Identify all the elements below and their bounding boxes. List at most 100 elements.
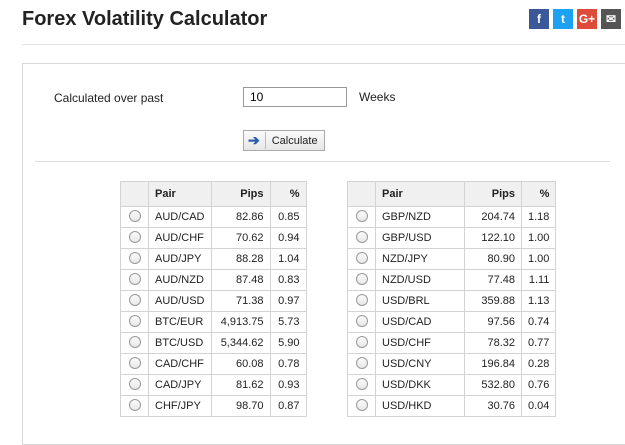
table-row[interactable]: USD/BRL 359.88 1.13 <box>347 290 557 312</box>
row-select-radio[interactable] <box>120 395 149 417</box>
radio-button[interactable] <box>128 293 141 306</box>
row-select-radio[interactable] <box>120 248 149 270</box>
row-select-radio[interactable] <box>347 248 376 270</box>
radio-button[interactable] <box>128 398 141 411</box>
table-row[interactable]: AUD/NZD 87.48 0.83 <box>120 269 307 291</box>
percent-cell: 1.00 <box>520 227 557 249</box>
radio-button[interactable] <box>355 335 368 348</box>
row-select-radio[interactable] <box>347 395 376 417</box>
percent-cell: 0.93 <box>269 374 307 396</box>
pips-cell: 60.08 <box>210 353 271 375</box>
table-row[interactable]: CHF/JPY 98.70 0.87 <box>120 395 307 417</box>
percent-cell: 1.13 <box>520 290 557 312</box>
facebook-icon[interactable]: f <box>529 9 549 29</box>
table-header-row: Pair Pips % <box>120 181 307 207</box>
table-row[interactable]: CAD/CHF 60.08 0.78 <box>120 353 307 375</box>
radio-button[interactable] <box>128 356 141 369</box>
pair-column-header[interactable]: Pair <box>375 181 465 207</box>
pips-cell: 204.74 <box>464 206 522 228</box>
volatility-table-left: Pair Pips % AUD/CAD 82.86 0.85 AUD/CHF 70.62… <box>120 181 307 417</box>
table-row[interactable]: NZD/JPY 80.90 1.00 <box>347 248 557 270</box>
volatility-table-right: Pair Pips % GBP/NZD 204.74 1.18 GBP/USD 122.… <box>347 181 557 417</box>
table-row[interactable]: AUD/JPY 88.28 1.04 <box>120 248 307 270</box>
table-row[interactable]: AUD/USD 71.38 0.97 <box>120 290 307 312</box>
radio-button[interactable] <box>355 398 368 411</box>
radio-button[interactable] <box>128 272 141 285</box>
pips-column-header[interactable]: Pips <box>210 181 271 207</box>
table-row[interactable]: USD/HKD 30.76 0.04 <box>347 395 557 417</box>
pips-cell: 81.62 <box>210 374 271 396</box>
percent-cell: 0.85 <box>269 206 307 228</box>
pair-cell: USD/DKK <box>375 374 465 396</box>
table-row[interactable]: BTC/USD 5,344.62 5.90 <box>120 332 307 354</box>
percent-column-header[interactable]: % <box>520 181 557 207</box>
pair-cell: CHF/JPY <box>148 395 212 417</box>
radio-button[interactable] <box>128 377 141 390</box>
radio-button[interactable] <box>128 314 141 327</box>
calculate-button-label: Calculate <box>271 134 318 147</box>
radio-button[interactable] <box>355 209 368 222</box>
calculate-button[interactable]: ➔ Calculate <box>243 130 325 151</box>
row-select-radio[interactable] <box>120 269 149 291</box>
row-select-radio[interactable] <box>120 290 149 312</box>
table-row[interactable]: GBP/NZD 204.74 1.18 <box>347 206 557 228</box>
google-plus-icon[interactable]: G+ <box>577 9 597 29</box>
percent-cell: 1.04 <box>269 248 307 270</box>
pips-cell: 88.28 <box>210 248 271 270</box>
radio-button[interactable] <box>355 230 368 243</box>
pips-cell: 97.56 <box>464 311 522 333</box>
row-select-radio[interactable] <box>120 353 149 375</box>
radio-button[interactable] <box>355 293 368 306</box>
twitter-icon[interactable]: t <box>553 9 573 29</box>
row-select-radio[interactable] <box>347 353 376 375</box>
row-select-radio[interactable] <box>347 374 376 396</box>
pips-cell: 78.32 <box>464 332 522 354</box>
pips-column-header[interactable]: Pips <box>464 181 522 207</box>
pair-cell: BTC/USD <box>148 332 212 354</box>
weeks-input[interactable] <box>243 87 347 107</box>
table-row[interactable]: AUD/CHF 70.62 0.94 <box>120 227 307 249</box>
percent-cell: 0.87 <box>269 395 307 417</box>
radio-button[interactable] <box>128 251 141 264</box>
row-select-radio[interactable] <box>347 269 376 291</box>
email-icon[interactable]: ✉ <box>601 9 621 29</box>
arrow-right-icon: ➔ <box>248 132 266 149</box>
table-row[interactable]: USD/DKK 532.80 0.76 <box>347 374 557 396</box>
table-row[interactable]: CAD/JPY 81.62 0.93 <box>120 374 307 396</box>
row-select-radio[interactable] <box>347 290 376 312</box>
percent-cell: 1.00 <box>520 248 557 270</box>
table-row[interactable]: GBP/USD 122.10 1.00 <box>347 227 557 249</box>
pips-cell: 196.84 <box>464 353 522 375</box>
table-row[interactable]: BTC/EUR 4,913.75 5.73 <box>120 311 307 333</box>
weeks-unit-label: Weeks <box>359 90 396 104</box>
radio-button[interactable] <box>355 314 368 327</box>
radio-button[interactable] <box>355 356 368 369</box>
row-select-radio[interactable] <box>347 227 376 249</box>
radio-button[interactable] <box>355 377 368 390</box>
radio-button[interactable] <box>128 230 141 243</box>
row-select-radio[interactable] <box>120 227 149 249</box>
row-select-radio[interactable] <box>120 311 149 333</box>
pair-cell: NZD/JPY <box>375 248 465 270</box>
right-table-body: GBP/NZD 204.74 1.18 GBP/USD 122.10 1.00 NZD/JP… <box>347 206 557 417</box>
pips-cell: 82.86 <box>210 206 271 228</box>
row-select-radio[interactable] <box>347 332 376 354</box>
table-row[interactable]: USD/CNY 196.84 0.28 <box>347 353 557 375</box>
table-row[interactable]: USD/CHF 78.32 0.77 <box>347 332 557 354</box>
row-select-radio[interactable] <box>347 311 376 333</box>
radio-button[interactable] <box>355 272 368 285</box>
row-select-radio[interactable] <box>347 206 376 228</box>
percent-column-header[interactable]: % <box>269 181 307 207</box>
radio-button[interactable] <box>355 251 368 264</box>
row-select-radio[interactable] <box>120 374 149 396</box>
pair-cell: USD/CNY <box>375 353 465 375</box>
pair-column-header[interactable]: Pair <box>148 181 212 207</box>
row-select-radio[interactable] <box>120 206 149 228</box>
table-row[interactable]: USD/CAD 97.56 0.74 <box>347 311 557 333</box>
table-row[interactable]: AUD/CAD 82.86 0.85 <box>120 206 307 228</box>
radio-button[interactable] <box>128 209 141 222</box>
radio-button[interactable] <box>128 335 141 348</box>
row-select-radio[interactable] <box>120 332 149 354</box>
pair-cell: GBP/NZD <box>375 206 465 228</box>
table-row[interactable]: NZD/USD 77.48 1.11 <box>347 269 557 291</box>
